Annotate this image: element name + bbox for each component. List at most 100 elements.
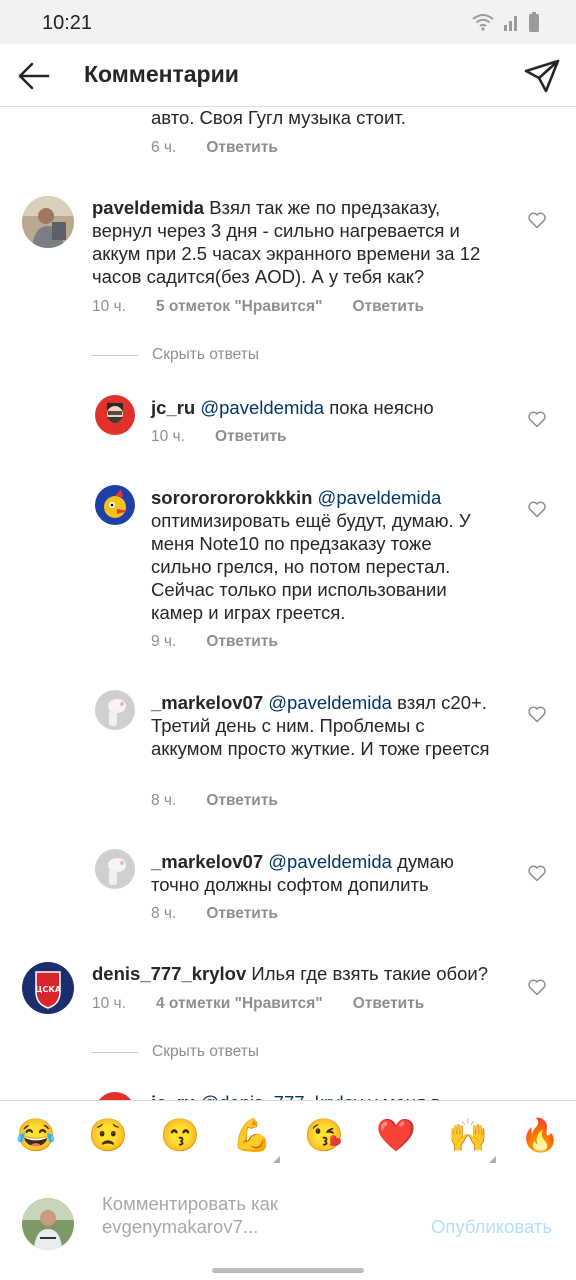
arrow-left-icon (18, 62, 50, 90)
comment-input[interactable]: Комментировать как evgenymakarov7... (102, 1192, 322, 1238)
emoji-bar: 😂 😟 😙 💪 😘 ❤️ 🙌 🔥 (0, 1100, 576, 1174)
emoji-raised-hands-button[interactable]: 🙌 (448, 1115, 496, 1163)
emoji-fire-button[interactable]: 🔥 (520, 1115, 560, 1155)
comment-body: denis_777_krylov Илья где взять такие об… (92, 962, 522, 985)
user-photo-icon (22, 196, 74, 248)
status-time: 10:21 (42, 12, 93, 34)
avatar[interactable] (95, 849, 135, 889)
hide-replies-toggle[interactable]: Скрыть ответы (92, 346, 259, 364)
reply-meta: 10 ч. Ответить (151, 428, 287, 446)
avatar[interactable] (95, 1092, 135, 1100)
page-title: Комментарии (84, 61, 239, 87)
reply-meta: 9 ч. Ответить (151, 633, 278, 651)
avatar[interactable] (95, 690, 135, 730)
hide-replies-toggle[interactable]: Скрыть ответы (92, 1043, 259, 1061)
reply-username[interactable]: _markelov07 (151, 692, 263, 713)
skin-tone-corner-icon (489, 1156, 496, 1163)
reply-meta: 8 ч. Ответить (151, 792, 278, 810)
mention-link[interactable]: @paveldemida (200, 397, 324, 418)
reply-button[interactable]: Ответить (206, 139, 278, 157)
mention-link[interactable]: @paveldemida (268, 692, 392, 713)
comment-username[interactable]: denis_777_krylov (92, 963, 246, 984)
back-button[interactable] (14, 56, 54, 96)
emoji-raised-hands-glyph: 🙌 (448, 1117, 488, 1153)
reply-time: 8 ч. (151, 905, 177, 922)
reply-username[interactable]: jc_ru (151, 1092, 195, 1100)
comment-username[interactable]: paveldemida (92, 197, 204, 218)
white-figure-icon (95, 849, 135, 889)
hide-replies-label: Скрыть ответы (152, 346, 260, 363)
publish-button[interactable]: Опубликовать (431, 1216, 552, 1238)
signal-icon (504, 16, 517, 31)
reply-time: 10 ч. (151, 428, 185, 445)
reply-body: jc_ru @denis_777_krylov у меня в (151, 1091, 511, 1100)
likes-count[interactable]: 4 отметки "Нравится" (156, 995, 323, 1013)
avatar[interactable] (95, 395, 135, 435)
wifi-icon (472, 14, 494, 31)
avatar[interactable] (95, 485, 135, 525)
emoji-worried-button[interactable]: 😟 (88, 1115, 128, 1155)
reply-button[interactable]: Ответить (206, 905, 278, 923)
reply-button[interactable]: Ответить (215, 428, 287, 446)
avatar[interactable] (22, 196, 74, 248)
reply-username[interactable]: sorororororokkkin (151, 487, 312, 508)
likes-count[interactable]: 5 отметок "Нравится" (156, 298, 323, 316)
bearded-man-icon (95, 395, 135, 435)
mention-link[interactable]: @paveldemida (268, 851, 392, 872)
comment-composer: Комментировать как evgenymakarov7... Опу… (0, 1172, 576, 1280)
comment-body: paveldemida Взял так же по предзаказу, в… (92, 196, 492, 288)
battery-icon (529, 12, 539, 32)
emoji-joy-button[interactable]: 😂 (16, 1115, 56, 1155)
reply-text: пока неясно (329, 397, 434, 418)
reply-button[interactable]: Ответить (206, 792, 278, 810)
reply-meta: 8 ч. Ответить (151, 905, 278, 923)
reply-button[interactable]: Ответить (353, 995, 425, 1013)
comment-time: 10 ч. (92, 995, 126, 1012)
mention-link[interactable]: @denis_777_krylov (200, 1092, 363, 1100)
mention-link[interactable]: @paveldemida (318, 487, 442, 508)
emoji-muscle-button[interactable]: 💪 (232, 1115, 280, 1163)
like-heart-icon[interactable] (527, 210, 547, 230)
like-heart-icon[interactable] (527, 977, 547, 997)
app-bar: Комментарии (0, 44, 576, 107)
comment-meta: 6 ч. Ответить (151, 139, 278, 157)
comment-text: авто. Своя Гугл музыка стоит. (151, 107, 406, 128)
like-heart-icon[interactable] (527, 409, 547, 429)
like-heart-icon[interactable] (527, 499, 547, 519)
avatar[interactable]: ЦСКА (22, 962, 74, 1014)
emoji-kissing-button[interactable]: 😙 (160, 1115, 200, 1155)
my-avatar (22, 1198, 74, 1250)
reply-time: 8 ч. (151, 792, 177, 809)
home-indicator[interactable] (212, 1268, 364, 1273)
reply-body: sorororororokkkin @paveldemida оптимизир… (151, 486, 496, 624)
reply-text: у меня в (368, 1092, 441, 1100)
reply-text: оптимизировать ещё будут, думаю. У меня … (151, 510, 471, 623)
reply-button[interactable]: Ответить (206, 633, 278, 651)
reply-username[interactable]: _markelov07 (151, 851, 263, 872)
reply-body: _markelov07 @paveldemida взял с20+. Трет… (151, 691, 496, 760)
hide-replies-label: Скрыть ответы (152, 1043, 260, 1060)
white-figure-icon (95, 690, 135, 730)
reply-button[interactable]: Ответить (352, 298, 424, 316)
send-icon (524, 59, 560, 93)
bearded-man-icon (95, 1092, 135, 1100)
comment-meta: 10 ч. 4 отметки "Нравится" Ответить (92, 995, 424, 1013)
cska-logo-icon: ЦСКА (22, 962, 74, 1014)
reply-username[interactable]: jc_ru (151, 397, 195, 418)
emoji-heart-button[interactable]: ❤️ (376, 1115, 416, 1155)
divider-line (92, 354, 138, 356)
like-heart-icon[interactable] (527, 863, 547, 883)
divider-line (92, 1051, 138, 1053)
reply-body: _markelov07 @paveldemida думаю точно дол… (151, 850, 496, 896)
skin-tone-corner-icon (273, 1156, 280, 1163)
share-button[interactable] (522, 56, 562, 96)
comment-text: Илья где взять такие обои? (251, 963, 489, 984)
comment-time: 6 ч. (151, 139, 177, 156)
like-heart-icon[interactable] (527, 704, 547, 724)
emoji-kiss-heart-button[interactable]: 😘 (304, 1115, 344, 1155)
status-bar: 10:21 (0, 0, 576, 44)
cska-logo-text: ЦСКА (35, 985, 62, 994)
comments-feed[interactable]: авто. Своя Гугл музыка стоит. 6 ч. Ответ… (0, 106, 576, 1100)
status-icons (472, 12, 540, 32)
comment-meta: 10 ч. 5 отметок "Нравится" Ответить (92, 298, 424, 316)
